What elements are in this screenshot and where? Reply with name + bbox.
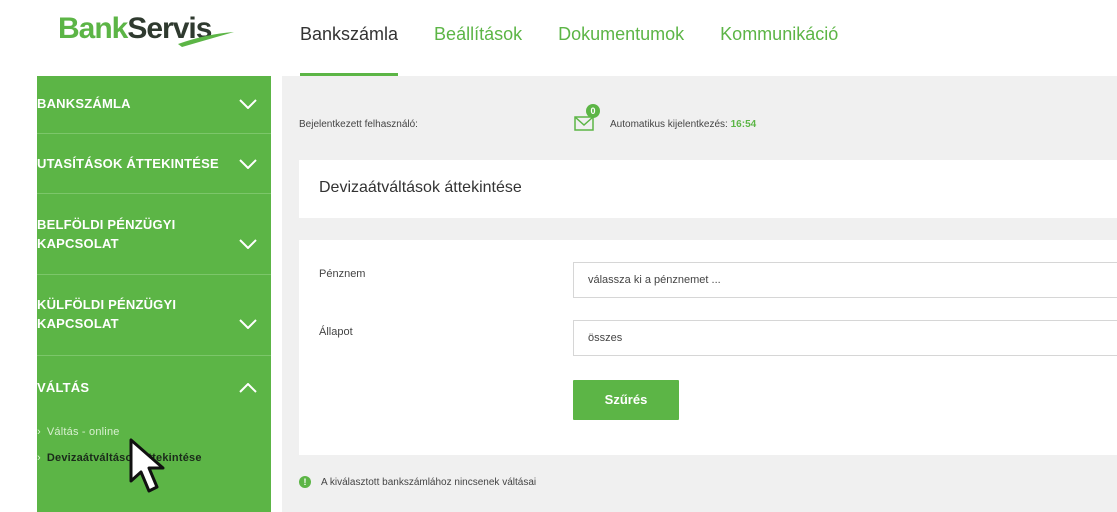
auto-logout-time: 16:54: [730, 119, 757, 130]
filter-button[interactable]: Szűrés: [573, 380, 679, 420]
chevron-down-icon: [239, 159, 257, 169]
sidebar-item-label-line2: KAPCSOLAT: [37, 236, 119, 251]
sidebar-item-label: VÁLTÁS: [37, 380, 90, 395]
sidebar-item-utasitasok[interactable]: UTASÍTÁSOK ÁTTEKINTÉSE: [37, 134, 271, 194]
chevron-down-icon: [239, 319, 257, 329]
chevron-down-icon: [239, 99, 257, 109]
sidebar-item-kulfoldi[interactable]: KÜLFÖLDI PÉNZÜGYI KAPCSOLAT: [37, 275, 271, 356]
main-content: Bejelentkezett felhasználó: 0 Automatiku…: [282, 76, 1117, 512]
tab-dokumentumok[interactable]: Dokumentumok: [558, 0, 684, 76]
tab-kommunikacio[interactable]: Kommunikáció: [720, 0, 838, 76]
logo-part-bank: Bank: [58, 12, 128, 45]
sidebar-item-label: BANKSZÁMLA: [37, 96, 131, 111]
page-title: Devizaátváltások áttekintése: [319, 179, 522, 196]
sidebar-item-label: UTASÍTÁSOK ÁTTEKINTÉSE: [37, 156, 219, 171]
currency-select[interactable]: válassza ki a pénznemet ...: [573, 262, 1117, 298]
sidebar-item-label-line1: KÜLFÖLDI PÉNZÜGYI: [37, 297, 177, 312]
sidebar-subitem-devizaatvaltasok[interactable]: › Devizaátváltások áttekintése: [37, 452, 202, 464]
sidebar-subitem-label: Váltás - online: [46, 426, 120, 438]
info-text: A kiválasztott bankszámlához nincsenek v…: [321, 476, 537, 488]
logged-in-user-label: Bejelentkezett felhasználó:: [299, 119, 418, 130]
message-count-badge[interactable]: 0: [586, 104, 600, 118]
main-nav: Bankszámla Beállítások Dokumentumok Komm…: [300, 0, 874, 76]
currency-label: Pénznem: [319, 268, 366, 280]
page-title-panel: Devizaátváltások áttekintése: [299, 160, 1117, 218]
status-bar: Bejelentkezett felhasználó: 0 Automatiku…: [282, 76, 1117, 156]
sidebar-subitem-valtas-online[interactable]: › Váltás - online: [37, 426, 120, 438]
header: BankServis Bankszámla Beállítások Dokume…: [0, 0, 1117, 76]
logo-swoosh-icon: [178, 32, 234, 47]
sidebar-item-label-line1: BELFÖLDI PÉNZÜGYI: [37, 217, 176, 232]
filter-form: Pénznem válassza ki a pénznemet ... Álla…: [299, 240, 1117, 455]
sidebar-item-belfoldi[interactable]: BELFÖLDI PÉNZÜGYI KAPCSOLAT: [37, 194, 271, 275]
sidebar-item-bankszamla[interactable]: BANKSZÁMLA: [37, 76, 271, 134]
info-message: ! A kiválasztott bankszámlához nincsenek…: [299, 476, 536, 488]
chevron-down-icon: [239, 239, 257, 249]
tab-beallitasok[interactable]: Beállítások: [434, 0, 522, 76]
chevron-right-icon: ›: [37, 426, 41, 438]
sidebar-subitem-label: Devizaátváltások áttekintése: [46, 452, 202, 464]
status-label: Állapot: [319, 326, 353, 338]
tab-bankszamla[interactable]: Bankszámla: [300, 0, 399, 76]
status-select[interactable]: összes: [573, 320, 1117, 356]
chevron-up-icon: [239, 383, 257, 393]
auto-logout-label: Automatikus kijelentkezés:: [610, 119, 728, 130]
chevron-right-icon: ›: [37, 452, 41, 464]
cursor-icon: [129, 438, 165, 493]
sidebar-item-label-line2: KAPCSOLAT: [37, 316, 119, 331]
auto-logout-text: Automatikus kijelentkezés: 16:54: [610, 119, 756, 130]
info-icon: !: [299, 476, 311, 488]
